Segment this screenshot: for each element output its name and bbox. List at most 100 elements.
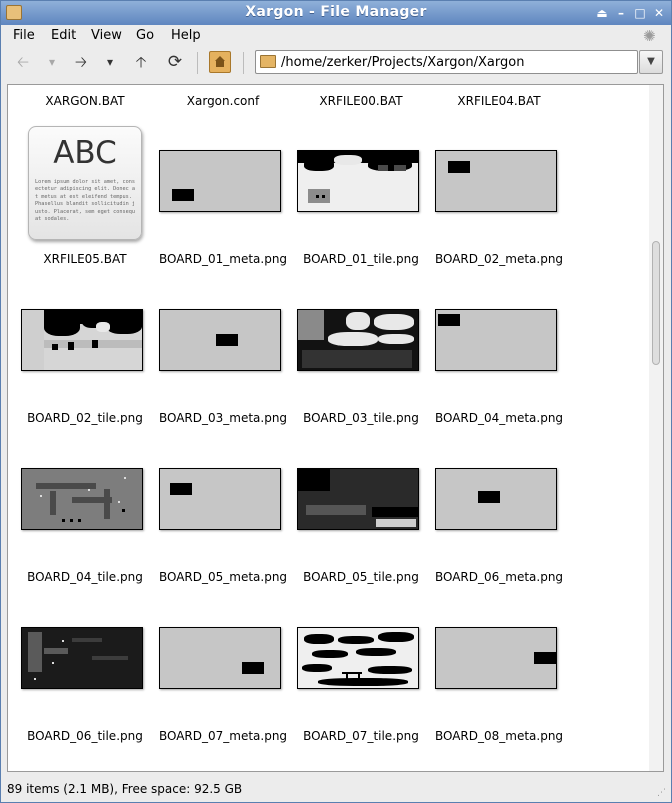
thumbnail-mark xyxy=(378,632,414,642)
status-text: 89 items (2.1 MB), Free space: 92.5 GB xyxy=(7,782,243,796)
thumbnail-mark xyxy=(356,648,396,656)
scrollbar-thumb[interactable] xyxy=(652,241,660,365)
resize-grip-icon[interactable]: ⋰ xyxy=(657,788,667,798)
thumbnail-mark xyxy=(92,340,98,348)
thumbnail-mark xyxy=(62,640,64,642)
thumbnail-mark xyxy=(298,469,330,491)
image-thumbnail xyxy=(159,468,281,530)
thumbnail-mark xyxy=(378,334,414,344)
file-name: BOARD_07_meta.png xyxy=(158,729,288,743)
file-item[interactable]: ABC Lorem ipsum dolor sit amet, consecte… xyxy=(8,85,144,275)
image-thumbnail xyxy=(159,150,281,212)
thumbnail-mark xyxy=(298,310,324,340)
thumbnail-mark xyxy=(376,519,416,527)
thumbnail-mark xyxy=(118,501,120,503)
forward-history-chevron-icon[interactable]: ▾ xyxy=(103,51,117,73)
file-item[interactable]: BOARD_04_meta.png xyxy=(431,277,567,427)
file-name: BOARD_01_tile.png xyxy=(303,252,419,266)
file-item[interactable]: BOARD_06_meta.png xyxy=(431,436,567,586)
image-thumbnail xyxy=(297,468,419,530)
preview-title: ABC xyxy=(53,135,117,171)
thumbnail-mark xyxy=(322,195,325,198)
maximize-button[interactable]: □ xyxy=(632,5,648,21)
image-thumbnail xyxy=(21,309,143,371)
image-thumbnail xyxy=(297,309,419,371)
thumbnail-mark xyxy=(308,189,330,203)
file-item[interactable]: BOARD_07_meta.png xyxy=(155,595,291,745)
image-thumbnail xyxy=(435,627,557,689)
image-thumbnail xyxy=(297,150,419,212)
menu-edit[interactable]: Edit xyxy=(51,26,76,45)
file-item[interactable]: BOARD_02_meta.png xyxy=(431,118,567,268)
file-item[interactable]: XRFILE00.BAT xyxy=(293,85,429,111)
image-thumbnail xyxy=(21,627,143,689)
thumbnail-mark xyxy=(372,507,418,517)
back-history-chevron-icon[interactable]: ▾ xyxy=(45,51,59,73)
toolbar-separator xyxy=(243,52,244,74)
file-name: BOARD_08_meta.png xyxy=(434,729,564,743)
file-item[interactable]: BOARD_06_tile.png xyxy=(17,595,153,745)
image-thumbnail xyxy=(21,468,143,530)
file-item[interactable]: BOARD_03_meta.png xyxy=(155,277,291,427)
menu-file[interactable]: File xyxy=(13,26,35,45)
folder-icon xyxy=(260,55,276,68)
file-name: BOARD_03_tile.png xyxy=(303,411,419,425)
thumbnail-mark xyxy=(44,316,80,336)
file-item[interactable]: BOARD_02_tile.png xyxy=(17,277,153,427)
image-thumbnail xyxy=(159,309,281,371)
window-menu-button[interactable]: ⏏ xyxy=(594,5,610,21)
thumbnail-mark xyxy=(68,342,74,350)
file-view[interactable]: XARGON.BAT Xargon.conf XRFILE00.BAT XRFI… xyxy=(7,84,664,772)
file-item[interactable]: BOARD_05_tile.png xyxy=(293,436,429,586)
file-name: BOARD_06_meta.png xyxy=(434,570,564,584)
thumbnail-mark xyxy=(312,650,348,658)
file-name: XRFILE00.BAT xyxy=(319,94,403,108)
thumbnail-mark xyxy=(316,195,319,198)
thumbnail-mark xyxy=(302,350,412,368)
file-item[interactable]: BOARD_01_tile.png xyxy=(293,118,429,268)
file-item[interactable]: BOARD_01_meta.png xyxy=(155,118,291,268)
file-name: BOARD_02_meta.png xyxy=(434,252,564,266)
path-history-chevron-icon[interactable]: ▼ xyxy=(639,50,663,74)
thumbnail-mark xyxy=(368,666,412,674)
thumbnail-mark xyxy=(106,316,142,334)
reload-icon[interactable]: ⟳ xyxy=(163,51,187,73)
image-thumbnail xyxy=(435,468,557,530)
file-item[interactable]: BOARD_08_meta.png xyxy=(431,595,567,745)
image-thumbnail xyxy=(297,627,419,689)
preview-text: Lorem ipsum dolor sit amet, consectetur … xyxy=(35,179,135,223)
back-icon[interactable]: 🡠 xyxy=(11,51,35,73)
thumbnail-mark xyxy=(70,519,73,522)
window-controls: ⏏ – □ ✕ xyxy=(594,5,667,21)
menu-go[interactable]: Go xyxy=(136,26,154,45)
menu-view[interactable]: View xyxy=(91,26,122,45)
file-name: XRFILE05.BAT xyxy=(43,252,127,266)
file-item[interactable]: XRFILE04.BAT xyxy=(431,85,567,111)
file-name: BOARD_04_tile.png xyxy=(27,570,143,584)
thumbnail-mark xyxy=(216,334,238,346)
busy-spinner-icon: ✺ xyxy=(643,27,656,45)
home-icon[interactable] xyxy=(209,51,231,73)
thumbnail-mark xyxy=(478,491,500,503)
thumbnail-mark xyxy=(242,662,264,674)
file-manager-window: Xargon - File Manager ⏏ – □ ✕ File Edit … xyxy=(0,0,672,803)
image-thumbnail xyxy=(435,309,557,371)
thumbnail-mark xyxy=(72,638,102,642)
title-bar[interactable]: Xargon - File Manager ⏏ – □ ✕ xyxy=(1,1,671,25)
path-input[interactable]: /home/zerker/Projects/Xargon/Xargon xyxy=(255,50,638,74)
file-name: BOARD_07_tile.png xyxy=(303,729,419,743)
toolbar-separator xyxy=(197,52,198,74)
up-icon[interactable]: 🡡 xyxy=(129,51,153,73)
file-item[interactable]: Xargon.conf xyxy=(155,85,291,111)
close-button[interactable]: ✕ xyxy=(651,5,667,21)
menu-help[interactable]: Help xyxy=(171,26,201,45)
minimize-button[interactable]: – xyxy=(613,5,629,21)
file-item[interactable]: BOARD_05_meta.png xyxy=(155,436,291,586)
thumbnail-mark xyxy=(318,678,408,686)
file-item[interactable]: XRFILE05.BAT xyxy=(17,249,153,269)
vertical-scrollbar[interactable] xyxy=(649,85,663,771)
file-item[interactable]: BOARD_04_tile.png xyxy=(17,436,153,586)
file-item[interactable]: BOARD_07_tile.png xyxy=(293,595,429,745)
forward-icon[interactable]: 🡢 xyxy=(69,51,93,73)
file-item[interactable]: BOARD_03_tile.png xyxy=(293,277,429,427)
